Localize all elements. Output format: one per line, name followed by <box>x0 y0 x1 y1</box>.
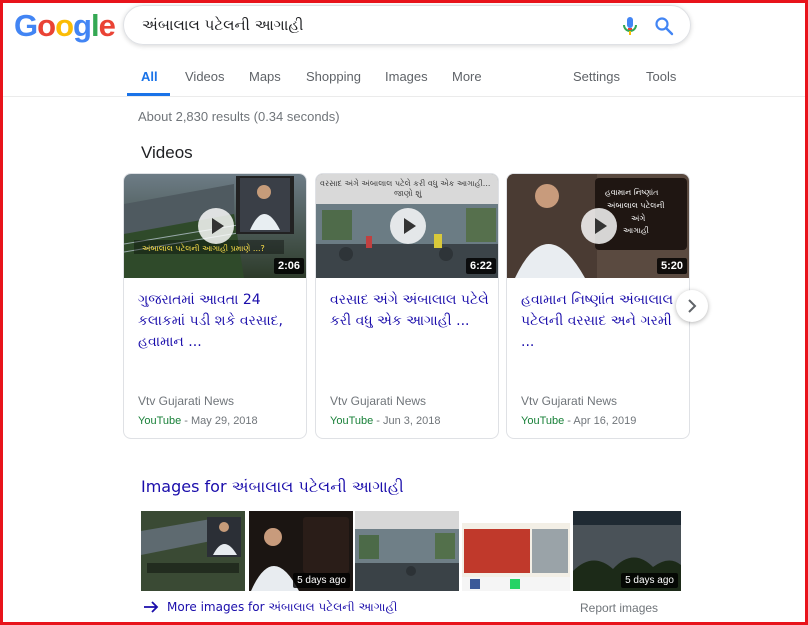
thumbnail-caption: વરસાદ અંગે અંબાલાલ પટેલે કરી વધુ એક આગાહ… <box>320 179 491 188</box>
more-images-label: More images for અંબાલાલ પટેલની આગાહી <box>167 600 398 614</box>
thumbnail-caption: જાણો શું <box>394 189 422 198</box>
tab-all[interactable]: All <box>141 69 158 84</box>
play-icon[interactable] <box>198 208 234 244</box>
video-meta: YouTube - Jun 3, 2018 <box>330 415 441 427</box>
thumbnail-caption: અંબાલાલ પટેલની આગાહી પ્રમાણે ...? <box>142 244 265 253</box>
tab-videos[interactable]: Videos <box>185 69 225 84</box>
thumbnail-caption: અંગે <box>631 214 646 223</box>
carousel-next-button[interactable] <box>676 290 708 322</box>
video-date: - Jun 3, 2018 <box>373 415 441 427</box>
report-images-link[interactable]: Report images <box>580 601 658 615</box>
tab-maps[interactable]: Maps <box>249 69 281 84</box>
logo-letter: o <box>55 8 74 43</box>
video-card[interactable]: અંબાલાલ પટેલની આગાહી પ્રમાણે ...? 2:06 ગ… <box>123 173 307 439</box>
image-age-badge: 5 days ago <box>621 573 678 588</box>
tab-more[interactable]: More <box>452 69 482 84</box>
video-card[interactable]: હવામાન નિષ્ણાંત અંબાલાલ પટેલની અંગે આગાહ… <box>506 173 690 439</box>
video-thumbnail[interactable]: વરસાદ અંગે અંબાલાલ પટેલે કરી વધુ એક આગાહ… <box>316 174 498 278</box>
thumbnail-caption: આગાહી <box>623 226 649 235</box>
search-tabs: All Videos Maps Shopping Images More Set… <box>0 60 805 97</box>
video-thumbnail[interactable]: હવામાન નિષ્ણાંત અંબાલાલ પટેલની અંગે આગાહ… <box>507 174 689 278</box>
video-channel: Vtv Gujarati News <box>138 394 235 408</box>
video-card[interactable]: વરસાદ અંગે અંબાલાલ પટેલે કરી વધુ એક આગાહ… <box>315 173 499 439</box>
tab-shopping[interactable]: Shopping <box>306 69 361 84</box>
video-duration: 2:06 <box>273 258 304 274</box>
image-result[interactable] <box>141 511 245 591</box>
logo-letter: G <box>14 8 38 43</box>
tab-images[interactable]: Images <box>385 69 428 84</box>
video-source: YouTube <box>138 415 182 427</box>
search-input[interactable] <box>142 6 612 44</box>
video-meta: YouTube - May 29, 2018 <box>138 415 258 427</box>
video-channel: Vtv Gujarati News <box>521 394 618 408</box>
microphone-icon[interactable] <box>621 16 639 36</box>
google-logo[interactable]: Google <box>14 8 116 44</box>
image-result[interactable] <box>355 511 459 591</box>
logo-letter: o <box>37 8 56 43</box>
logo-letter: l <box>90 8 100 43</box>
videos-heading: Videos <box>141 143 193 162</box>
search-box <box>123 5 691 45</box>
image-thumbnail <box>462 511 570 591</box>
video-channel: Vtv Gujarati News <box>330 394 427 408</box>
more-images-link[interactable]: More images for અંબાલાલ પટેલની આગાહી <box>143 600 397 615</box>
video-duration: 5:20 <box>656 258 687 274</box>
video-date: - Apr 16, 2019 <box>564 415 637 427</box>
tab-tools[interactable]: Tools <box>646 69 676 84</box>
tab-settings[interactable]: Settings <box>573 69 620 84</box>
images-heading-link[interactable]: Images for અંબાલાલ પટેલની આગાહી <box>141 477 404 497</box>
image-thumbnail <box>355 511 459 591</box>
video-source: YouTube <box>521 415 565 427</box>
arrow-right-icon <box>144 601 159 613</box>
video-thumbnail[interactable]: અંબાલાલ પટેલની આગાહી પ્રમાણે ...? 2:06 <box>124 174 306 278</box>
search-icon[interactable] <box>654 16 674 36</box>
video-title-link[interactable]: ગુજરાતમાં આવતા 24 કલાકમાં પડી શકે વરસાદ,… <box>138 290 300 353</box>
image-thumbnail <box>141 511 245 591</box>
thumbnail-caption: અંબાલાલ પટેલની <box>607 201 665 210</box>
video-title-link[interactable]: હવામાન નિષ્ણાંત અંબાલાલ પટેલની વરસાદ અને… <box>521 290 683 353</box>
thumbnail-caption: હવામાન નિષ્ણાંત <box>605 188 659 197</box>
video-duration: 6:22 <box>465 258 496 274</box>
video-source: YouTube <box>330 415 374 427</box>
active-tab-indicator <box>127 93 170 96</box>
result-stats: About 2,830 results (0.34 seconds) <box>138 109 340 124</box>
chevron-right-icon <box>688 299 697 313</box>
image-result[interactable]: 5 days ago <box>249 511 353 591</box>
image-result[interactable] <box>462 511 570 591</box>
image-age-badge: 5 days ago <box>293 573 350 588</box>
play-icon[interactable] <box>390 208 426 244</box>
logo-letter: g <box>73 8 92 43</box>
video-meta: YouTube - Apr 16, 2019 <box>521 415 636 427</box>
play-icon[interactable] <box>581 208 617 244</box>
video-date: - May 29, 2018 <box>181 415 258 427</box>
image-result[interactable]: 5 days ago <box>573 511 681 591</box>
video-title-link[interactable]: વરસાદ અંગે અંબાલાલ પટેલે કરી વધુ એક આગાહ… <box>330 290 492 332</box>
logo-letter: e <box>98 8 116 43</box>
